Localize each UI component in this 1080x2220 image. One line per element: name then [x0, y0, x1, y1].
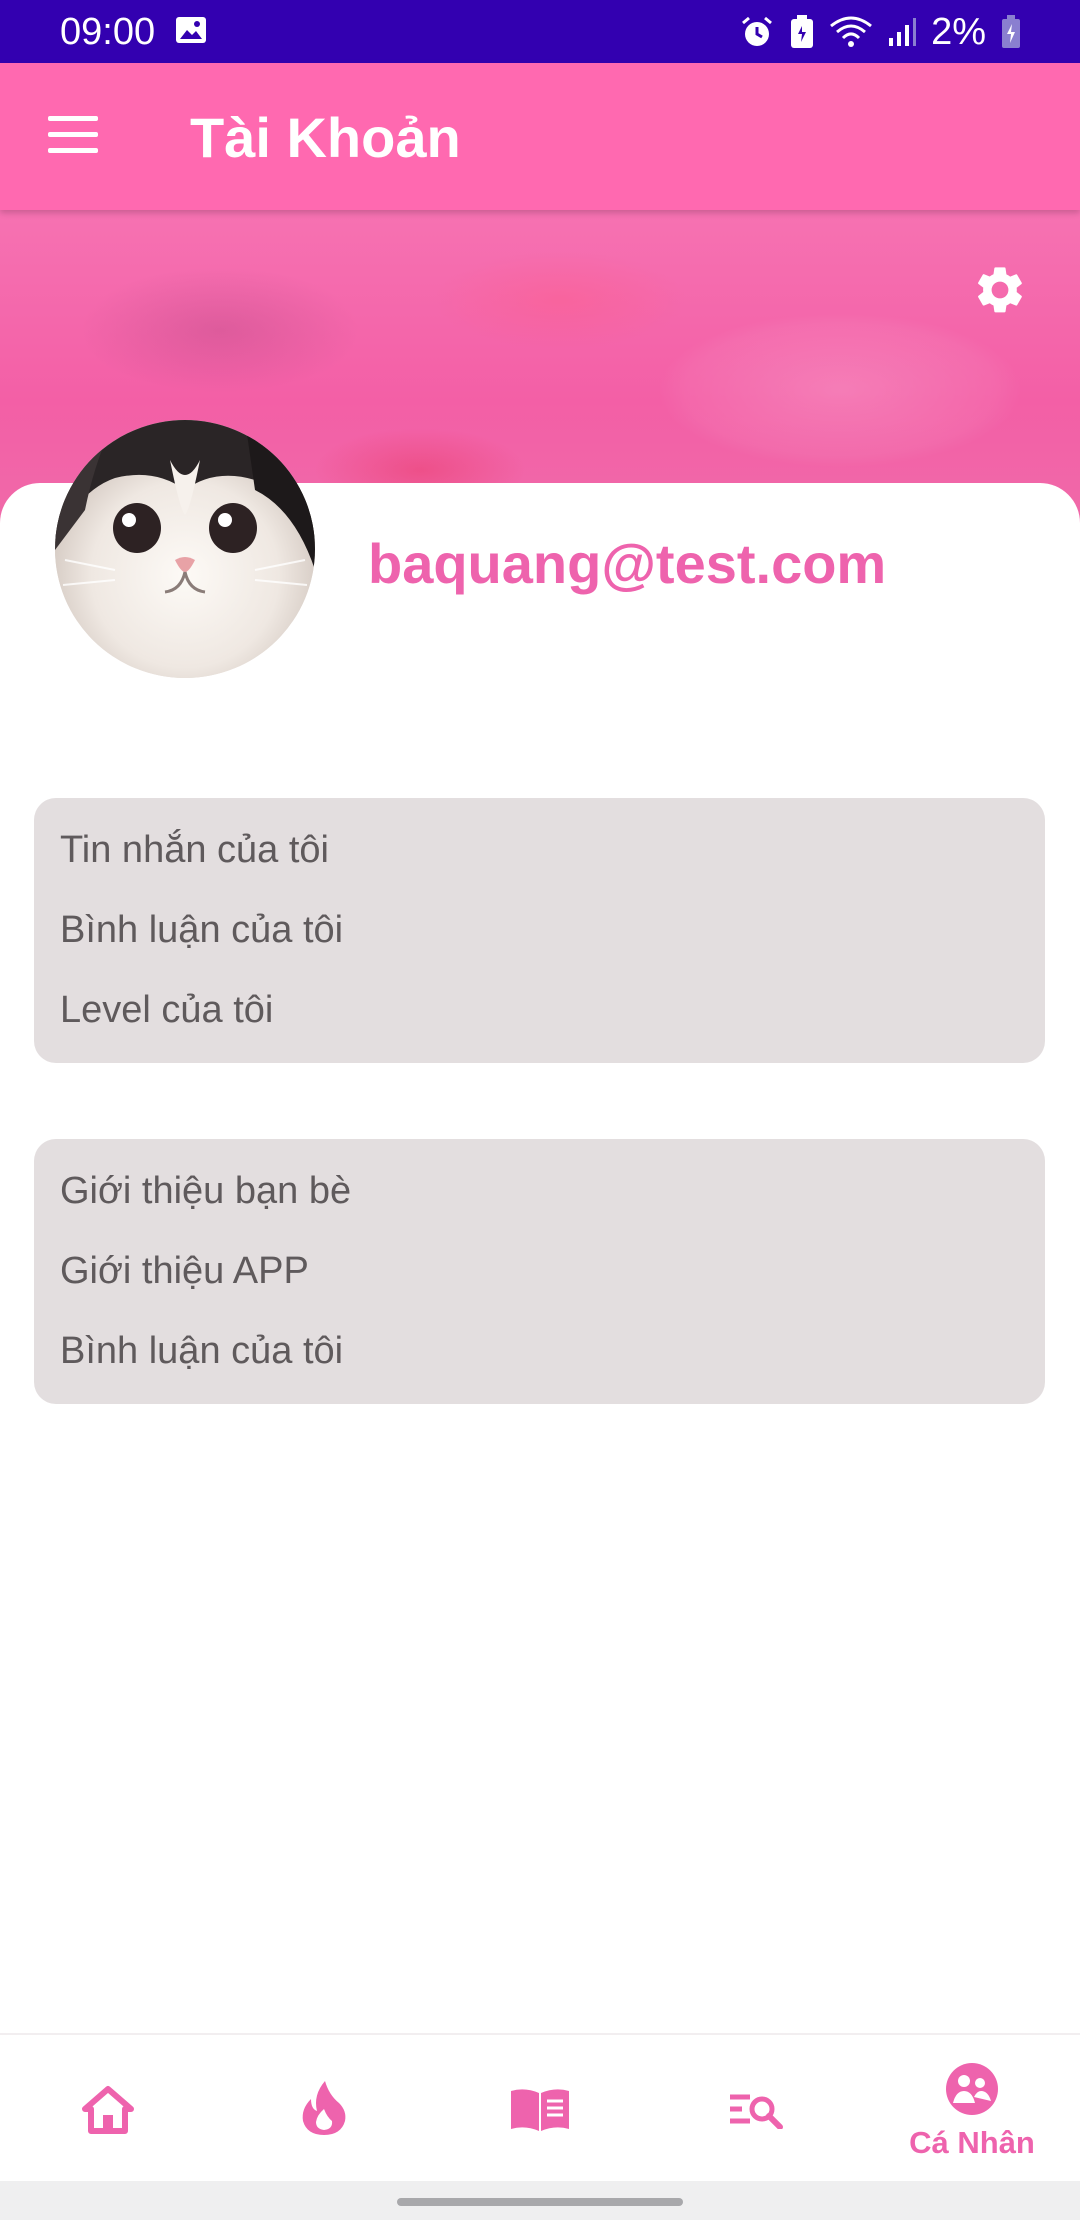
image-icon — [176, 17, 206, 43]
cat-avatar — [55, 420, 315, 678]
nav-home[interactable] — [0, 2035, 216, 2183]
menu-group-share: Giới thiệu bạn bè Giới thiệu APP Bình lu… — [34, 1139, 1045, 1404]
nav-library[interactable] — [432, 2035, 648, 2183]
menu-item-about-app[interactable]: Giới thiệu APP — [60, 1249, 309, 1293]
hamburger-menu-icon[interactable] — [48, 116, 98, 156]
avatar[interactable] — [55, 420, 315, 678]
status-time: 09:00 — [60, 11, 156, 53]
profile-icon — [946, 2063, 998, 2115]
home-icon — [82, 2086, 134, 2134]
gesture-bar — [0, 2181, 1080, 2220]
status-bar: 09:00 2% — [0, 0, 1080, 63]
alarm-icon — [742, 16, 773, 46]
nav-profile[interactable]: Cá Nhân — [864, 2035, 1080, 2183]
app-bar: Tài Khoản — [0, 63, 1080, 210]
book-icon — [511, 2089, 569, 2131]
flame-icon — [302, 2081, 346, 2135]
bottom-navigation: Cá Nhân — [0, 2033, 1080, 2183]
page-title: Tài Khoản — [190, 106, 461, 169]
nav-search[interactable] — [648, 2035, 864, 2183]
status-icons: 2% — [739, 10, 1022, 54]
menu-item-my-level[interactable]: Level của tôi — [60, 988, 273, 1032]
battery-percent: 2% — [931, 11, 986, 53]
menu-item-refer-friends[interactable]: Giới thiệu bạn bè — [60, 1169, 351, 1213]
search-list-icon — [730, 2094, 783, 2129]
battery-charging-icon — [1002, 15, 1020, 48]
nav-trending[interactable] — [216, 2035, 432, 2183]
menu-group-personal: Tin nhắn của tôi Bình luận của tôi Level… — [34, 798, 1045, 1063]
battery-saver-icon — [791, 15, 814, 48]
menu-item-my-comments-2[interactable]: Bình luận của tôi — [60, 1329, 343, 1373]
user-email: baquang@test.com — [368, 532, 887, 595]
menu-item-my-messages[interactable]: Tin nhắn của tôi — [60, 828, 329, 872]
wifi-icon — [830, 16, 873, 47]
signal-icon — [889, 18, 917, 46]
gear-icon[interactable] — [972, 262, 1028, 318]
menu-item-my-comments[interactable]: Bình luận của tôi — [60, 908, 343, 952]
home-gesture-handle[interactable] — [397, 2198, 683, 2206]
nav-profile-label: Cá Nhân — [909, 2125, 1035, 2160]
